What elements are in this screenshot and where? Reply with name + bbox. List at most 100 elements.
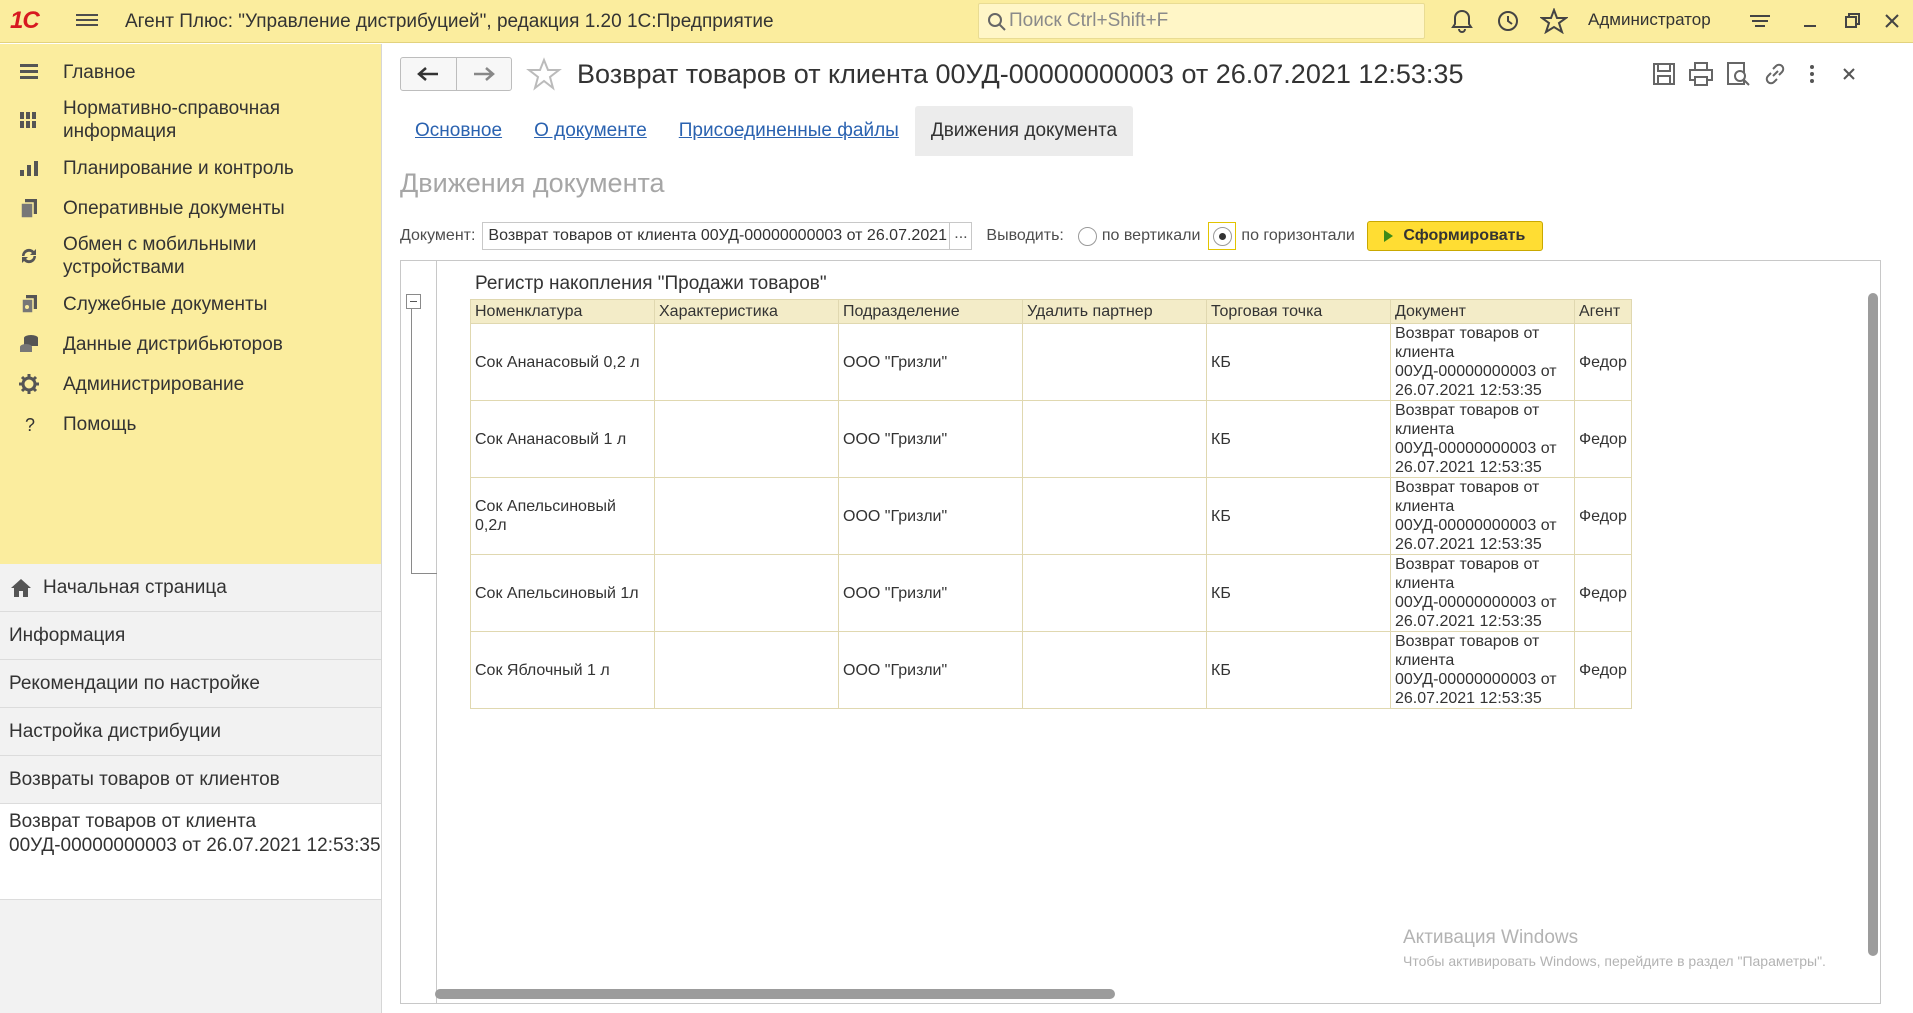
- windows-activation-watermark: Активация Windows Чтобы активировать Win…: [1403, 927, 1826, 969]
- cell-agent[interactable]: Федор: [1574, 323, 1632, 401]
- nav-buttons: [400, 57, 512, 91]
- cell-nomenclature[interactable]: Сок Ананасовый 0,2 л: [470, 323, 655, 401]
- cell-characteristic[interactable]: [654, 477, 839, 555]
- preview-icon[interactable]: [1723, 59, 1753, 89]
- back-button[interactable]: [401, 58, 457, 90]
- cell-partner[interactable]: [1022, 631, 1207, 709]
- section-reference-info[interactable]: Нормативно-справочная информация: [0, 92, 381, 148]
- cell-division[interactable]: ООО "Гризли": [838, 477, 1023, 555]
- horizontal-scroll-thumb[interactable]: [435, 989, 1115, 999]
- cell-nomenclature[interactable]: Сок Ананасовый 1 л: [470, 400, 655, 478]
- cell-division[interactable]: ООО "Гризли": [838, 400, 1023, 478]
- user-name[interactable]: Администратор: [1588, 10, 1711, 30]
- horizontal-scrollbar[interactable]: [415, 987, 1845, 999]
- cell-outlet[interactable]: КБ: [1206, 554, 1391, 632]
- section-service-docs[interactable]: Служебные документы: [0, 284, 381, 324]
- section-mobile-exchange[interactable]: Обмен с мобильными устройствами: [0, 228, 381, 284]
- tab-attached-files[interactable]: Присоединенные файлы: [663, 106, 915, 156]
- cell-division[interactable]: ООО "Гризли": [838, 631, 1023, 709]
- link-icon[interactable]: [1760, 59, 1790, 89]
- cell-outlet[interactable]: КБ: [1206, 477, 1391, 555]
- tab-document-movements[interactable]: Движения документа: [914, 106, 1134, 156]
- generate-button[interactable]: Сформировать: [1366, 221, 1543, 251]
- favorite-star-icon[interactable]: [526, 57, 562, 93]
- section-main[interactable]: Главное: [0, 52, 381, 92]
- search-box[interactable]: [978, 3, 1425, 39]
- cell-agent[interactable]: Федор: [1574, 631, 1632, 709]
- table-row[interactable]: Сок Яблочный 1 л ООО "Гризли" КБ Возврат…: [470, 631, 1632, 709]
- close-window-icon[interactable]: [1878, 8, 1906, 34]
- section-distributor-data[interactable]: Данные дистрибьюторов: [0, 324, 381, 364]
- tab-main[interactable]: Основное: [399, 106, 518, 156]
- vertical-scroll-thumb[interactable]: [1868, 293, 1878, 956]
- cell-document[interactable]: Возврат товаров от клиента 00УД-00000000…: [1390, 554, 1575, 632]
- forward-button[interactable]: [457, 58, 512, 90]
- minimize-icon[interactable]: [1796, 8, 1824, 34]
- section-planning[interactable]: Планирование и контроль: [0, 148, 381, 188]
- cell-outlet[interactable]: КБ: [1206, 631, 1391, 709]
- favorites-star-icon[interactable]: [1540, 8, 1568, 34]
- column-header: Удалить партнер: [1022, 299, 1207, 324]
- save-icon[interactable]: [1649, 59, 1679, 89]
- table-row[interactable]: Сок Апельсиновый 0,2л ООО "Гризли" КБ Во…: [470, 477, 1632, 555]
- open-window-current-return[interactable]: Возврат товаров от клиента 00УД-00000000…: [0, 804, 381, 900]
- open-window-recommendations[interactable]: Рекомендации по настройке: [0, 660, 381, 708]
- radio-vertical[interactable]: [1077, 226, 1097, 246]
- history-icon[interactable]: [1494, 8, 1522, 34]
- radio-horizontal-label[interactable]: по горизонтали: [1241, 227, 1354, 245]
- cell-division[interactable]: ООО "Гризли": [838, 554, 1023, 632]
- search-input[interactable]: [1009, 10, 1409, 32]
- print-icon[interactable]: [1686, 59, 1716, 89]
- documents-icon: [20, 199, 37, 219]
- cell-partner[interactable]: [1022, 323, 1207, 401]
- cell-document[interactable]: Возврат товаров от клиента 00УД-00000000…: [1390, 400, 1575, 478]
- bar-chart-icon: [20, 161, 38, 176]
- cell-characteristic[interactable]: [654, 554, 839, 632]
- table-row[interactable]: Сок Ананасовый 0,2 л ООО "Гризли" КБ Воз…: [470, 323, 1632, 401]
- cell-nomenclature[interactable]: Сок Апельсиновый 0,2л: [470, 477, 655, 555]
- cell-partner[interactable]: [1022, 477, 1207, 555]
- open-window-info[interactable]: Информация: [0, 612, 381, 660]
- collapse-group-icon[interactable]: [406, 294, 421, 309]
- open-window-home[interactable]: Начальная страница: [0, 564, 381, 612]
- cell-outlet[interactable]: КБ: [1206, 400, 1391, 478]
- main-menu-icon[interactable]: [76, 11, 98, 31]
- report-spreadsheet[interactable]: Регистр накопления "Продажи товаров" Ном…: [400, 260, 1881, 1004]
- more-icon[interactable]: [1797, 59, 1827, 89]
- cell-outlet[interactable]: КБ: [1206, 323, 1391, 401]
- cell-agent[interactable]: Федор: [1574, 477, 1632, 555]
- table-row[interactable]: Сок Ананасовый 1 л ООО "Гризли" КБ Возвр…: [470, 400, 1632, 478]
- cell-agent[interactable]: Федор: [1574, 554, 1632, 632]
- document-select-button[interactable]: ...: [949, 223, 971, 249]
- section-operational-docs[interactable]: Оперативные документы: [0, 188, 381, 228]
- cell-partner[interactable]: [1022, 554, 1207, 632]
- section-administration[interactable]: Администрирование: [0, 364, 381, 404]
- cell-partner[interactable]: [1022, 400, 1207, 478]
- vertical-scrollbar[interactable]: [1868, 271, 1878, 976]
- radio-horizontal-focus: [1208, 222, 1237, 250]
- open-window-returns-list[interactable]: Возвраты товаров от клиентов: [0, 756, 381, 804]
- cell-nomenclature[interactable]: Сок Яблочный 1 л: [470, 631, 655, 709]
- bell-icon[interactable]: [1448, 8, 1476, 34]
- tab-about-document[interactable]: О документе: [518, 106, 663, 156]
- cell-characteristic[interactable]: [654, 631, 839, 709]
- cell-nomenclature[interactable]: Сок Апельсиновый 1л: [470, 554, 655, 632]
- radio-vertical-label[interactable]: по вертикали: [1102, 227, 1201, 245]
- cell-division[interactable]: ООО "Гризли": [838, 323, 1023, 401]
- radio-horizontal[interactable]: [1212, 226, 1232, 246]
- cell-document[interactable]: Возврат товаров от клиента 00УД-00000000…: [1390, 631, 1575, 709]
- close-form-icon[interactable]: [1834, 59, 1864, 89]
- cell-characteristic[interactable]: [654, 400, 839, 478]
- cell-characteristic[interactable]: [654, 323, 839, 401]
- restore-icon[interactable]: [1838, 8, 1866, 34]
- open-window-distribution-settings[interactable]: Настройка дистрибуции: [0, 708, 381, 756]
- settings-menu-icon[interactable]: [1746, 8, 1774, 34]
- cell-document[interactable]: Возврат товаров от клиента 00УД-00000000…: [1390, 323, 1575, 401]
- cell-agent[interactable]: Федор: [1574, 400, 1632, 478]
- cell-document[interactable]: Возврат товаров от клиента 00УД-00000000…: [1390, 477, 1575, 555]
- section-help[interactable]: ? Помощь: [0, 404, 381, 444]
- document-field-value[interactable]: Возврат товаров от клиента 00УД-00000000…: [483, 227, 949, 245]
- table-row[interactable]: Сок Апельсиновый 1л ООО "Гризли" КБ Возв…: [470, 554, 1632, 632]
- document-field[interactable]: Возврат товаров от клиента 00УД-00000000…: [482, 222, 973, 250]
- open-window-label: Рекомендации по настройке: [9, 672, 260, 694]
